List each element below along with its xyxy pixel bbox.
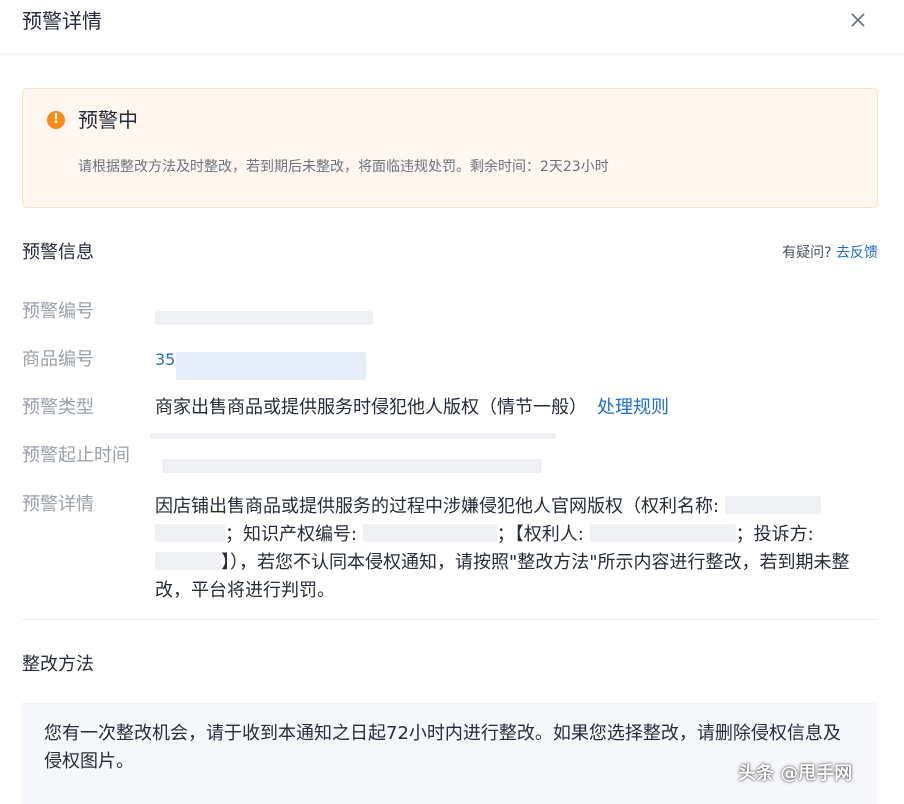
method-section-title: 整改方法 [22, 654, 94, 675]
close-icon[interactable] [846, 8, 870, 32]
redacted-complainant [155, 552, 221, 570]
redacted-alert-id [155, 311, 373, 325]
redacted-product-id [176, 352, 366, 380]
rules-link[interactable]: 处理规则 [597, 397, 669, 418]
warning-banner: ! 预警中 请根据整改方法及时整改，若到期后未整改，将面临违规处罚。剩余时间：2… [22, 88, 878, 208]
alert-type-value: 商家出售商品或提供服务时侵犯他人版权（情节一般） 处理规则 [155, 396, 669, 420]
alert-id-label: 预警编号 [22, 301, 94, 322]
feedback-link[interactable]: 去反馈 [836, 245, 878, 261]
product-id-label: 商品编号 [22, 349, 94, 370]
dialog-title: 预警详情 [22, 9, 102, 33]
detail-text-1: 因店铺出售商品或提供服务的过程中涉嫌侵犯他人官网版权（权利名称: [155, 496, 725, 517]
alert-period-label: 预警起止时间 [22, 445, 130, 466]
warning-icon: ! [47, 111, 65, 129]
method-text: 您有一次整改机会，请于收到本通知之日起72小时内进行整改。如果您选择整改，请删除… [44, 723, 841, 772]
help-question: 有疑问? [782, 245, 832, 261]
alert-description: 请根据整改方法及时整改，若到期后未整改，将面临违规处罚。剩余时间：2天23小时 [78, 159, 609, 175]
alert-type-text: 商家出售商品或提供服务时侵犯他人版权（情节一般） [155, 397, 587, 418]
alert-detail-text: 因店铺出售商品或提供服务的过程中涉嫌侵犯他人官网版权（权利名称: ；知识产权编号… [155, 493, 875, 605]
redacted-ip-number [362, 524, 497, 542]
detail-text-5: 】），若您不认同本侵权通知，请按照"整改方法"所示内容进行整改，若到期未整改，平… [155, 552, 850, 601]
alert-status-title: 预警中 [78, 108, 138, 132]
watermark-text: 头条 @甩手网 [738, 763, 853, 784]
detail-text-2: ；知识产权编号: [225, 524, 363, 545]
detail-text-4: ；投诉方: [735, 524, 814, 545]
redacted-right-holder [589, 524, 736, 542]
info-section-title: 预警信息 [22, 242, 94, 263]
section-divider [22, 619, 878, 620]
redacted-right-name-2 [155, 524, 225, 542]
alert-type-label: 预警类型 [22, 397, 94, 418]
redacted-period [162, 459, 542, 473]
product-id-link[interactable]: 35 [155, 348, 175, 372]
alert-detail-label: 预警详情 [22, 494, 94, 515]
dialog-header: 预警详情 [0, 0, 904, 55]
feedback-help: 有疑问? 去反馈 [782, 243, 878, 263]
redacted-right-name [724, 496, 821, 514]
redacted-strip [150, 433, 556, 439]
detail-text-3: ；【权利人: [496, 524, 590, 545]
method-box: 您有一次整改机会，请于收到本通知之日起72小时内进行整改。如果您选择整改，请删除… [22, 702, 878, 804]
